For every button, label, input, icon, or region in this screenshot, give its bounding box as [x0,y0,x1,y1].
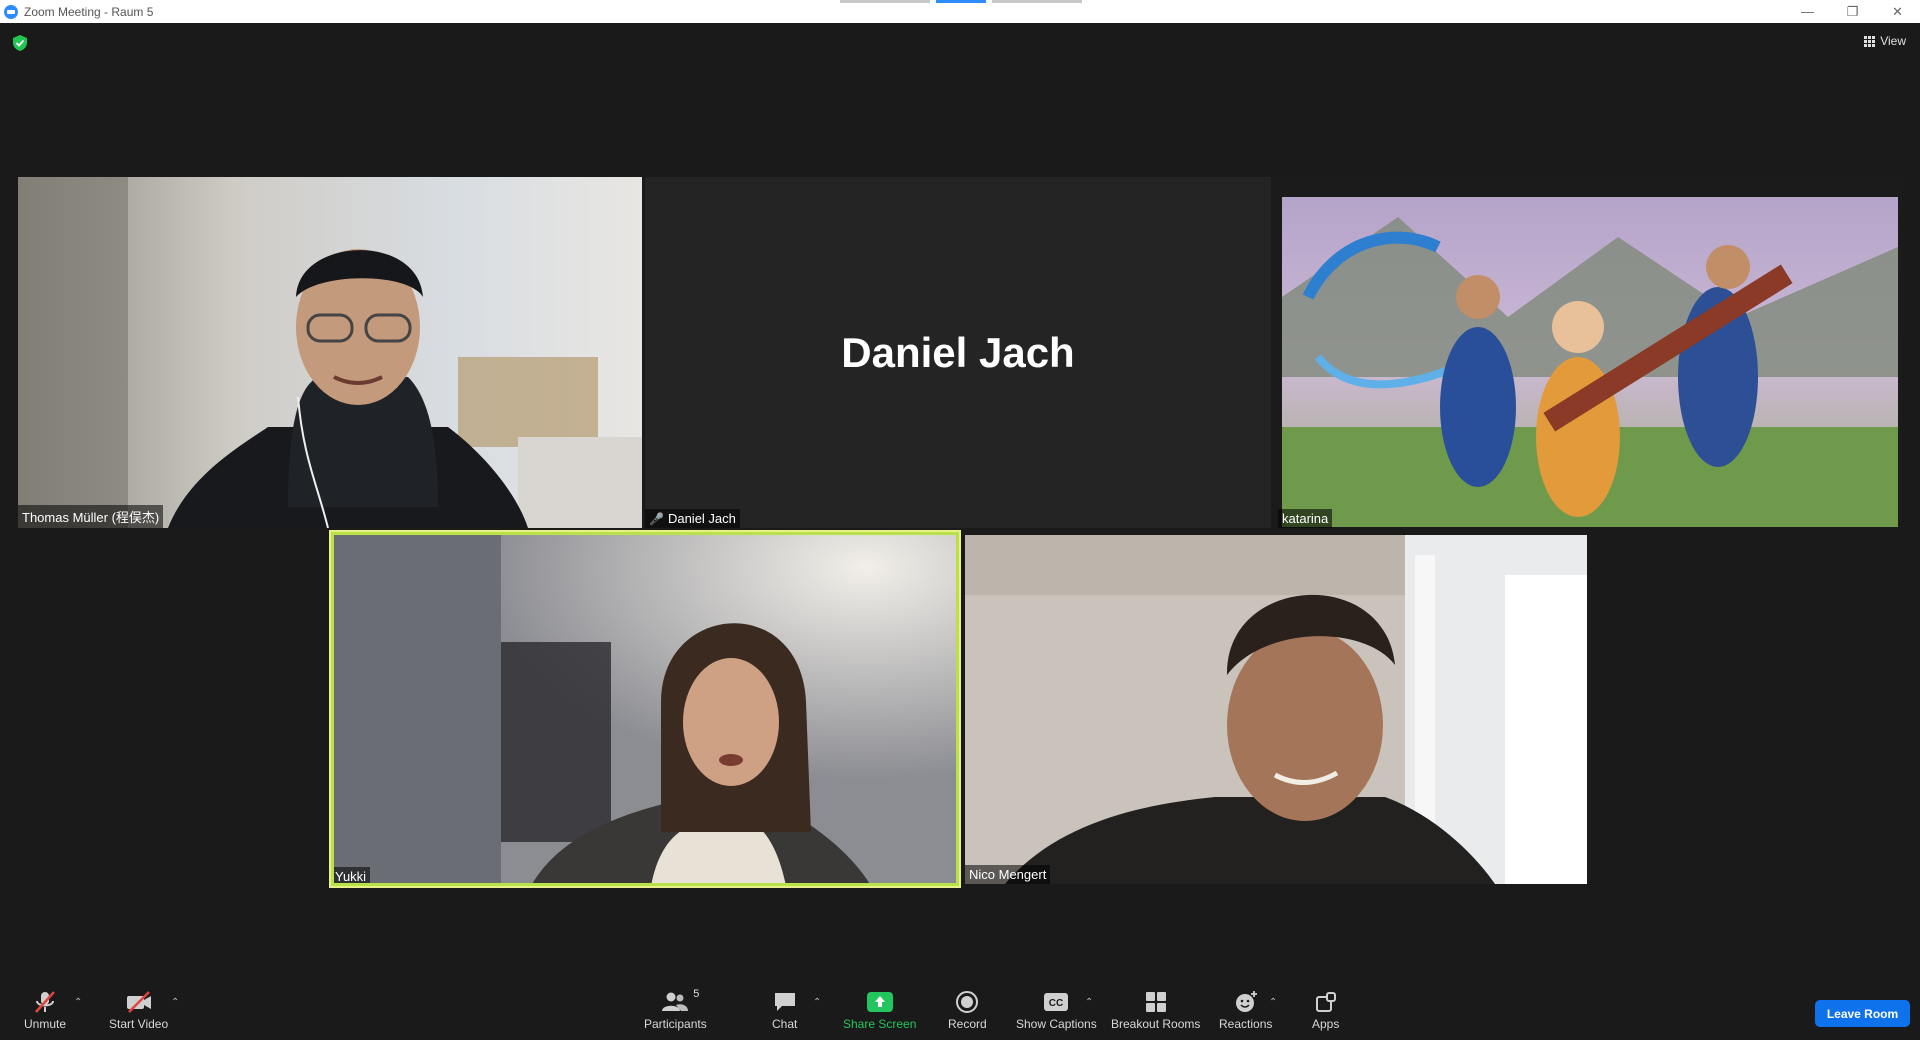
participants-count: 5 [693,988,700,1000]
record-icon [956,991,979,1013]
video-tile-daniel[interactable]: Daniel Jach 🎤 Daniel Jach [645,177,1271,528]
participant-name-tag: 🎤 Daniel Jach [645,509,740,528]
unmute-button[interactable]: Unmute [24,990,66,1031]
participant-name-tag: Yukki [331,867,371,886]
closed-captions-icon: CC [1044,993,1069,1011]
grid-view-icon [1864,35,1876,47]
window-title-bar: Zoom Meeting - Raum 5 — ❐ ✕ [0,0,1920,23]
restore-icon[interactable]: ❐ [1830,0,1875,23]
video-options-chevron-icon[interactable]: ⌃ [171,997,179,1008]
meeting-toolbar: Unmute ⌃ Start Video ⌃ 5 Participants Ch… [0,970,1920,1040]
reactions-smiley-icon [1235,991,1257,1012]
share-screen-icon [866,992,893,1012]
participant-name-tag: Thomas Müller (程俣杰) [18,505,164,528]
view-label: View [1880,34,1906,48]
video-off-icon [126,991,151,1013]
breakout-rooms-button[interactable]: Breakout Rooms [1111,990,1200,1031]
breakout-rooms-icon [1145,992,1166,1012]
video-tile-yukki[interactable]: Yukki [329,530,961,888]
video-tile-nico[interactable]: Nico Mengert [965,535,1587,884]
chat-button[interactable]: Chat [772,990,797,1031]
share-screen-button[interactable]: Share Screen [843,990,916,1031]
apps-icon [1315,992,1336,1012]
window-title: Zoom Meeting - Raum 5 [24,4,154,19]
audio-options-chevron-icon[interactable]: ⌃ [74,997,82,1008]
close-icon[interactable]: ✕ [1875,0,1920,23]
zoom-app-icon [4,4,18,19]
chat-bubble-icon [774,993,795,1011]
leave-room-button[interactable]: Leave Room [1815,1000,1910,1027]
apps-button[interactable]: Apps [1312,990,1339,1031]
tab-indicators [840,0,1082,3]
chat-options-chevron-icon[interactable]: ⌃ [813,997,821,1008]
participant-video [331,532,959,886]
start-video-button[interactable]: Start Video [109,990,168,1031]
muted-microphone-icon [35,991,55,1013]
participant-video [18,177,642,528]
participant-video [965,535,1587,884]
captions-options-chevron-icon[interactable]: ⌃ [1085,997,1093,1008]
reactions-button[interactable]: Reactions [1219,990,1272,1031]
participants-icon [662,992,689,1011]
participant-name-tag: Nico Mengert [965,865,1051,884]
minimize-icon[interactable]: — [1785,0,1830,23]
svg-text:CC: CC [1049,998,1063,1009]
video-tile-thomas[interactable]: Thomas Müller (程俣杰) [18,177,642,528]
video-tile-katarina[interactable]: katarina [1278,177,1902,528]
participant-video [1278,177,1902,528]
reactions-options-chevron-icon[interactable]: ⌃ [1269,997,1277,1008]
encryption-shield-icon[interactable] [13,35,27,51]
muted-mic-icon: 🎤 [649,511,664,526]
window-controls: — ❐ ✕ [1785,0,1920,23]
participants-button[interactable]: 5 Participants [644,988,707,1031]
participant-name-tag: katarina [1278,509,1333,528]
record-button[interactable]: Record [948,990,987,1031]
participant-display-name: Daniel Jach [841,328,1075,376]
view-button[interactable]: View [1864,34,1906,48]
